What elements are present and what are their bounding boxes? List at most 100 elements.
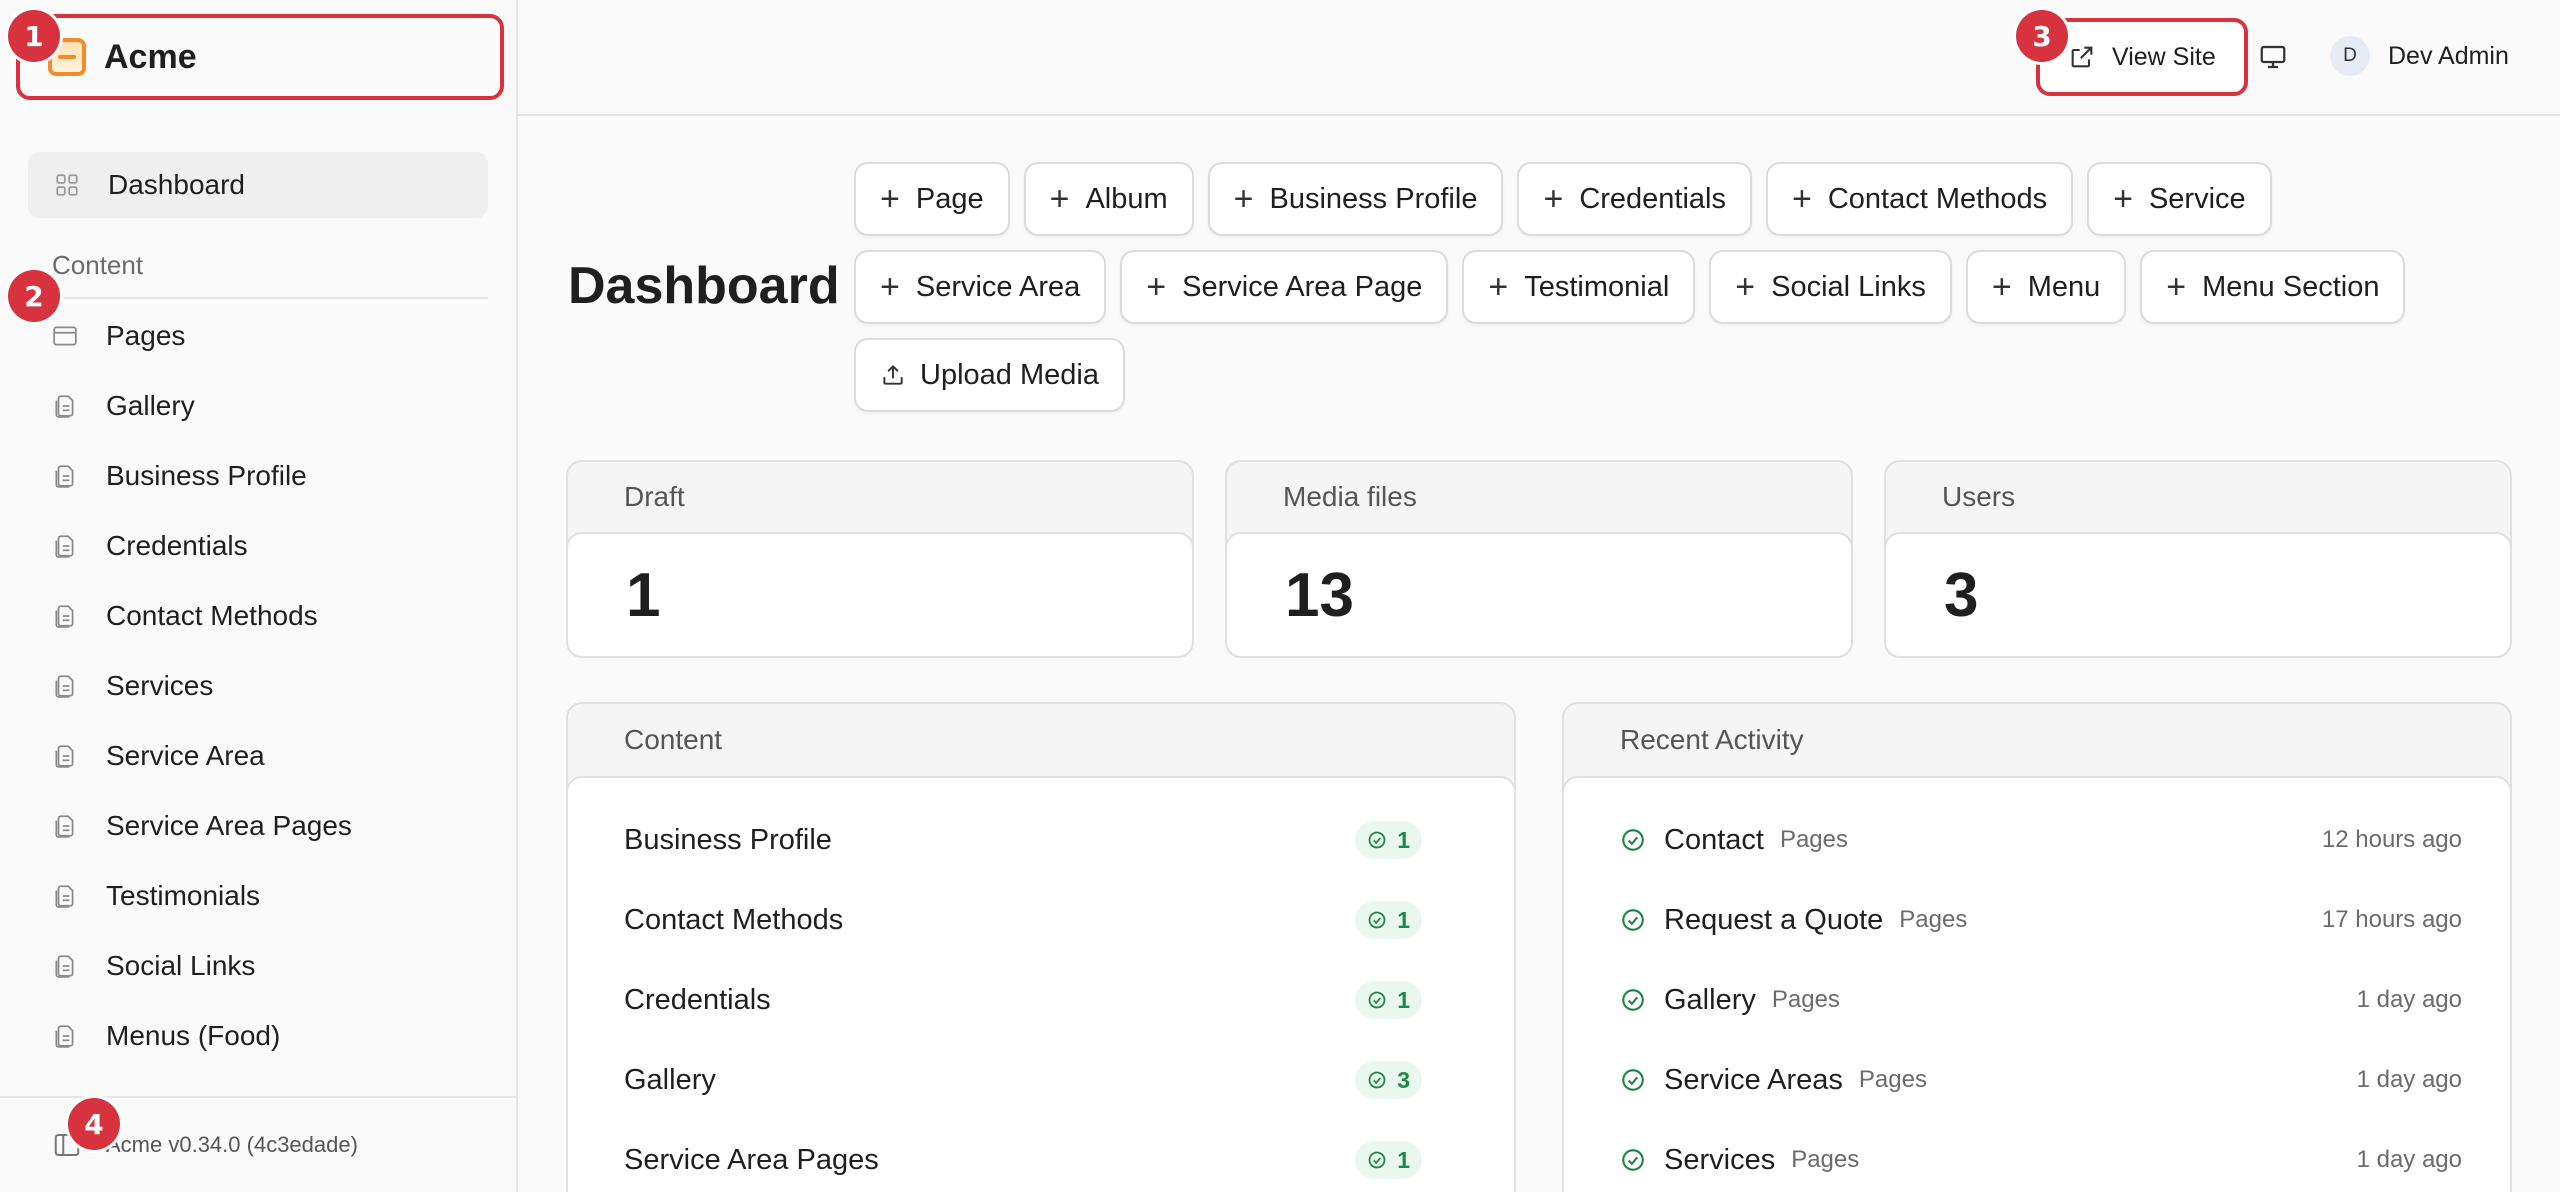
- status-badge: 1: [1355, 901, 1422, 939]
- sidebar-item-service-area[interactable]: Service Area: [52, 721, 488, 791]
- count-value: 1: [1397, 986, 1410, 1013]
- sidebar-item-label: Testimonials: [106, 880, 261, 911]
- activity-item[interactable]: Request a Quote Pages 17 hours ago: [1564, 880, 2510, 960]
- plus-icon: +: [1049, 180, 1070, 218]
- count-value: 1: [1397, 826, 1410, 853]
- add-album-button[interactable]: + Album: [1023, 162, 1194, 236]
- sidebar-item-label: Service Area: [106, 740, 265, 771]
- add-page-button[interactable]: + Page: [854, 162, 1010, 236]
- panel-title: Recent Activity: [1620, 724, 1804, 755]
- sidebar-item-label: Social Links: [106, 950, 256, 981]
- activity-title: Request a Quote: [1664, 903, 1884, 936]
- plus-icon: +: [1233, 180, 1254, 218]
- sidebar-item-gallery[interactable]: Gallery: [52, 371, 488, 441]
- add-menu-section-button[interactable]: + Menu Section: [2140, 250, 2406, 324]
- sidebar-item-credentials[interactable]: Credentials: [52, 511, 488, 581]
- quick-action-label: Menu Section: [2202, 270, 2380, 303]
- document-icon: [55, 885, 74, 908]
- activity-item[interactable]: Gallery Pages 1 day ago: [1564, 960, 2510, 1040]
- sidebar-nav: Pages Gallery Business Profile Credentia…: [52, 301, 488, 1071]
- plus-icon: +: [1735, 268, 1756, 306]
- user-menu[interactable]: D Dev Admin: [2330, 36, 2509, 76]
- activity-type: Pages: [1791, 1146, 1860, 1173]
- page-icon: [53, 326, 77, 346]
- stat-label: Media files: [1283, 481, 1417, 512]
- add-menu-button[interactable]: + Menu: [1965, 250, 2127, 324]
- check-circle-icon: [1622, 829, 1644, 851]
- list-item[interactable]: Credentials 1: [568, 960, 1514, 1040]
- document-icon: [55, 535, 74, 558]
- upload-media-button[interactable]: Upload Media: [854, 338, 1125, 412]
- sidebar-item-contact-methods[interactable]: Contact Methods: [52, 581, 488, 651]
- list-item[interactable]: Service Area Pages 1: [568, 1120, 1514, 1192]
- brand-name: Acme: [104, 37, 197, 76]
- activity-title: Service Areas: [1664, 1063, 1843, 1096]
- sidebar: Acme Dashboard Content Pages Gallery Bus…: [0, 0, 518, 1192]
- document-icon: [55, 955, 74, 978]
- top-header: View Site D Dev Admin: [518, 0, 2560, 116]
- activity-title: Gallery: [1664, 983, 1756, 1016]
- activity-item[interactable]: Service Areas Pages 1 day ago: [1564, 1040, 2510, 1120]
- document-icon: [55, 395, 74, 418]
- check-circle-icon: [1368, 1151, 1386, 1169]
- annotation-badge-4: 4: [68, 1098, 120, 1150]
- add-credentials-button[interactable]: + Credentials: [1517, 162, 1752, 236]
- quick-action-label: Service Area: [915, 270, 1081, 303]
- list-item[interactable]: Contact Methods 1: [568, 880, 1514, 960]
- activity-time: 12 hours ago: [2321, 826, 2462, 853]
- plus-icon: +: [1488, 268, 1509, 306]
- sidebar-item-label: Contact Methods: [106, 600, 318, 631]
- monitor-icon[interactable]: [2258, 42, 2288, 72]
- stat-card-users: Users 3: [1884, 460, 2512, 658]
- add-testimonial-button[interactable]: + Testimonial: [1462, 250, 1696, 324]
- activity-time: 1 day ago: [2356, 1146, 2462, 1173]
- stat-value: 1: [568, 532, 1192, 656]
- quick-action-label: Page: [915, 182, 984, 215]
- sidebar-item-label: Pages: [106, 320, 186, 351]
- content-type-label: Gallery: [624, 1063, 716, 1096]
- sidebar-item-testimonials[interactable]: Testimonials: [52, 861, 488, 931]
- sidebar-item-label: Gallery: [106, 390, 195, 421]
- sidebar-item-social-links[interactable]: Social Links: [52, 931, 488, 1001]
- content-type-label: Service Area Pages: [624, 1143, 879, 1176]
- sidebar-item-service-area-pages[interactable]: Service Area Pages: [52, 791, 488, 861]
- stat-value: 13: [1227, 532, 1851, 656]
- document-icon: [55, 675, 74, 698]
- view-site-button[interactable]: View Site: [2036, 18, 2248, 96]
- count-value: 1: [1397, 1146, 1410, 1173]
- status-badge: 1: [1355, 821, 1422, 859]
- check-circle-icon: [1622, 989, 1644, 1011]
- content-type-label: Credentials: [624, 983, 771, 1016]
- upload-icon: [883, 364, 903, 385]
- sidebar-item-pages[interactable]: Pages: [52, 301, 488, 371]
- add-service-button[interactable]: + Service: [2087, 162, 2272, 236]
- add-business-profile-button[interactable]: + Business Profile: [1207, 162, 1504, 236]
- content-type-label: Business Profile: [624, 823, 832, 856]
- add-social-links-button[interactable]: + Social Links: [1709, 250, 1952, 324]
- quick-action-label: Social Links: [1771, 270, 1926, 303]
- list-item[interactable]: Business Profile 1: [568, 800, 1514, 880]
- sidebar-item-dashboard[interactable]: Dashboard: [28, 152, 488, 218]
- add-service-area-page-button[interactable]: + Service Area Page: [1120, 250, 1449, 324]
- external-link-icon: [2071, 46, 2093, 68]
- quick-action-label: Contact Methods: [1827, 182, 2048, 215]
- sidebar-section-content: Content: [52, 250, 144, 280]
- list-item[interactable]: Gallery 3: [568, 1040, 1514, 1120]
- activity-item[interactable]: Contact Pages 12 hours ago: [1564, 800, 2510, 880]
- activity-item[interactable]: Services Pages 1 day ago: [1564, 1120, 2510, 1192]
- stat-label: Draft: [624, 481, 685, 512]
- sidebar-item-services[interactable]: Services: [52, 651, 488, 721]
- check-circle-icon: [1368, 911, 1386, 929]
- brand-link[interactable]: Acme: [16, 14, 504, 100]
- plus-icon: +: [1792, 180, 1812, 218]
- sidebar-item-label: Dashboard: [108, 169, 245, 200]
- sidebar-item-menus-food[interactable]: Menus (Food): [52, 1001, 488, 1071]
- document-icon: [55, 605, 74, 628]
- view-site-label: View Site: [2112, 42, 2216, 71]
- sidebar-item-business-profile[interactable]: Business Profile: [52, 441, 488, 511]
- plus-icon: +: [1146, 268, 1167, 306]
- quick-actions: + Page + Album + Business Profile + Credenti…: [854, 162, 2514, 412]
- add-contact-methods-button[interactable]: + Contact Methods: [1766, 162, 2074, 236]
- add-service-area-button[interactable]: + Service Area: [854, 250, 1107, 324]
- activity-title: Services: [1664, 1143, 1776, 1176]
